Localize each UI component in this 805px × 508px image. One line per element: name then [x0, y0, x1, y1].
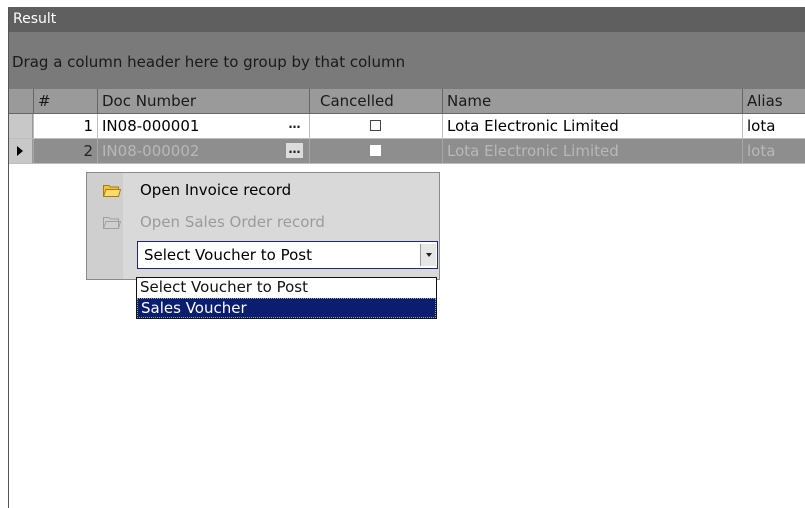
cancelled-checkbox[interactable]: [370, 120, 381, 131]
column-header-name[interactable]: Name: [442, 89, 742, 113]
menu-item-label: Open Sales Order record: [140, 213, 325, 231]
name-cell[interactable]: Lota Electronic Limited: [442, 139, 742, 163]
row-selector[interactable]: [9, 114, 33, 138]
header-row-selector: [9, 89, 33, 113]
menu-item-label: Open Invoice record: [140, 181, 292, 199]
table-row-selected[interactable]: 2 IN08-000002 … Lota Electronic Limited …: [9, 139, 805, 164]
folder-open-icon: [103, 185, 121, 197]
context-menu: Open Invoice record Open Sales Order rec…: [86, 172, 440, 280]
voucher-select[interactable]: Select Voucher to Post: [137, 241, 438, 269]
group-by-hint: Drag a column header here to group by th…: [12, 53, 406, 71]
alias-cell[interactable]: lota: [742, 114, 805, 138]
menu-item-open-invoice[interactable]: Open Invoice record: [87, 175, 439, 205]
column-header-alias[interactable]: Alias: [742, 89, 805, 113]
row-number: 2: [33, 139, 97, 163]
menu-item-open-sales-order[interactable]: Open Sales Order record: [87, 207, 439, 237]
voucher-select-value: Select Voucher to Post: [144, 246, 312, 264]
doc-number-text: IN08-000002: [102, 142, 200, 160]
doc-number-cell[interactable]: IN08-000002 …: [97, 139, 309, 163]
voucher-dropdown-list: Select Voucher to Post Sales Voucher: [136, 277, 437, 319]
column-header-cancelled[interactable]: Cancelled: [309, 89, 442, 113]
doc-number-cell[interactable]: IN08-000001 …: [97, 114, 309, 138]
cancelled-checkbox[interactable]: [370, 145, 381, 156]
ellipsis-button[interactable]: …: [286, 143, 303, 158]
alias-cell[interactable]: lota: [742, 139, 805, 163]
dropdown-button[interactable]: [420, 244, 436, 266]
panel-title: Result: [9, 7, 805, 32]
folder-icon: [103, 217, 121, 229]
name-cell[interactable]: Lota Electronic Limited: [442, 114, 742, 138]
table-row[interactable]: 1 IN08-000001 … Lota Electronic Limited …: [9, 114, 805, 139]
column-header-number[interactable]: #: [33, 89, 97, 113]
row-selector[interactable]: [9, 139, 33, 163]
cancelled-cell[interactable]: [309, 139, 442, 163]
ellipsis-button[interactable]: …: [286, 118, 303, 133]
row-number: 1: [33, 114, 97, 138]
group-by-panel[interactable]: Drag a column header here to group by th…: [9, 32, 805, 89]
voucher-option-highlighted[interactable]: Sales Voucher: [137, 298, 436, 318]
grid-header: # Doc Number Cancelled Name Alias: [9, 89, 805, 114]
current-row-arrow-icon: [17, 146, 23, 156]
column-header-doc-number[interactable]: Doc Number: [97, 89, 309, 113]
doc-number-text: IN08-000001: [102, 117, 200, 135]
voucher-option[interactable]: Select Voucher to Post: [137, 278, 436, 298]
cancelled-cell[interactable]: [309, 114, 442, 138]
chevron-down-icon: [426, 253, 432, 257]
